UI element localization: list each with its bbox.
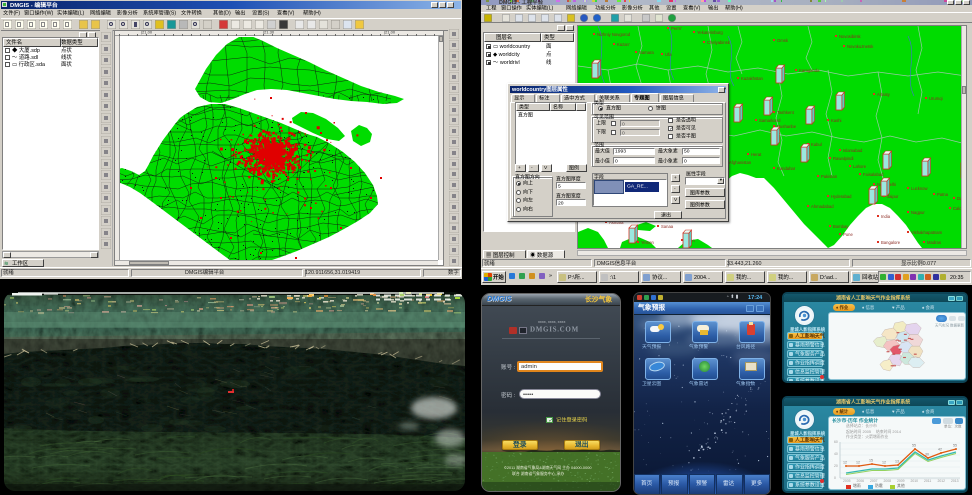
svg-text:42: 42 (938, 448, 942, 452)
svg-text:12: 12 (882, 461, 886, 465)
svg-text:Sanaa: Sanaa (661, 224, 674, 229)
svg-text:12: 12 (843, 461, 847, 465)
svg-text:Novosibirsk: Novosibirsk (839, 34, 862, 39)
svg-text:Herat: Herat (751, 152, 762, 157)
svg-text:2010: 2010 (911, 479, 919, 483)
svg-text:Almaty: Almaty (877, 92, 891, 97)
svg-text:Bangalore: Bangalore (881, 240, 901, 245)
svg-text:Yemen: Yemen (641, 240, 655, 245)
svg-text:Nizhniy Novgorod: Nizhniy Novgorod (597, 32, 631, 37)
svg-text:Samara: Samara (639, 50, 654, 55)
svg-text:Chelyabinsk: Chelyabinsk (707, 40, 731, 45)
svg-text:60: 60 (834, 440, 838, 444)
svg-text:15: 15 (869, 459, 873, 463)
svg-text:Madras: Madras (927, 240, 941, 245)
svg-text:Omsk: Omsk (777, 38, 789, 43)
svg-text:Kazan': Kazan' (617, 42, 630, 47)
svg-text:Kashi: Kashi (831, 118, 842, 123)
svg-text:2009: 2009 (897, 479, 905, 483)
svg-text:India: India (881, 214, 891, 219)
svg-text:Perm': Perm' (671, 26, 682, 31)
svg-text:Dushanbe: Dushanbe (777, 124, 797, 129)
svg-text:20: 20 (834, 464, 838, 468)
svg-text:0: 0 (834, 476, 836, 480)
svg-text:Kabul: Kabul (811, 142, 822, 147)
svg-text:13: 13 (895, 460, 899, 464)
svg-text:Yekaterinburg: Yekaterinburg (697, 30, 723, 35)
svg-text:Ufa: Ufa (665, 52, 672, 57)
svg-text:40: 40 (834, 452, 838, 456)
svg-text:2011: 2011 (924, 479, 931, 483)
svg-text:Karaganda: Karaganda (799, 68, 820, 73)
svg-text:Rawalpindi: Rawalpindi (833, 156, 854, 161)
svg-text:55: 55 (953, 444, 957, 448)
svg-text:Samarkand: Samarkand (759, 118, 781, 123)
svg-text:12: 12 (856, 461, 860, 465)
svg-text:2007: 2007 (870, 479, 878, 483)
svg-text:Nagpur: Nagpur (911, 210, 925, 215)
svg-text:30: 30 (925, 453, 929, 457)
svg-text:2013: 2013 (951, 479, 959, 483)
svg-text:Afghanistan: Afghanistan (729, 160, 752, 165)
svg-text:2008: 2008 (884, 479, 892, 483)
svg-text:Ahmadabad: Ahmadabad (811, 204, 834, 209)
svg-text:Tashkent: Tashkent (777, 110, 795, 115)
svg-text:Lucknow: Lucknow (911, 186, 929, 191)
svg-text:55: 55 (912, 444, 916, 448)
svg-text:Islamabad: Islamabad (843, 148, 863, 153)
svg-text:Novokuznetsk: Novokuznetsk (847, 44, 874, 49)
svg-text:Patna: Patna (937, 192, 949, 197)
svg-text:2005: 2005 (843, 479, 851, 483)
svg-text:2006: 2006 (857, 479, 865, 483)
svg-text:Hyderabad: Hyderabad (831, 194, 852, 199)
svg-text:Pune: Pune (843, 232, 853, 237)
svg-text:Jaipur: Jaipur (887, 194, 899, 199)
svg-text:Urumqi: Urumqi (929, 96, 943, 101)
svg-text:Bombay: Bombay (833, 224, 849, 229)
svg-text:Kazakhstan: Kazakhstan (741, 76, 764, 81)
svg-text:Vishakhapatnam: Vishakhapatnam (911, 230, 943, 235)
svg-text:Kandahar: Kandahar (777, 166, 796, 171)
svg-text:2012: 2012 (938, 479, 946, 483)
svg-text:Pakistan: Pakistan (821, 174, 838, 179)
svg-text:Lahore: Lahore (853, 164, 867, 169)
svg-text:Faisalabad: Faisalabad (863, 172, 884, 177)
